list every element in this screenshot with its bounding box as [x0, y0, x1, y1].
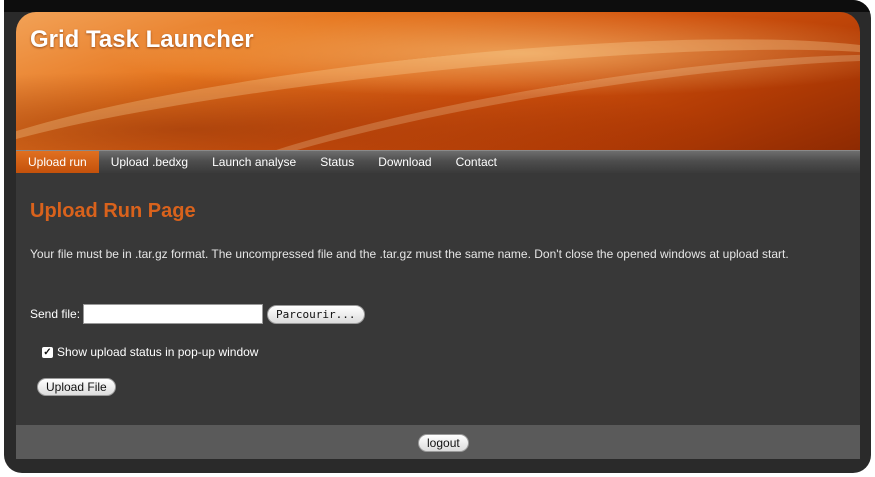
browse-button[interactable]: Parcourir... — [267, 304, 365, 324]
page-title: Upload Run Page — [30, 200, 196, 222]
nav-item-download[interactable]: Download — [366, 151, 443, 173]
app-title: Grid Task Launcher — [30, 26, 254, 53]
header-banner: Grid Task Launcher — [16, 12, 860, 150]
main-nav: Upload run Upload .bedxg Launch analyse … — [16, 150, 860, 173]
nav-item-contact[interactable]: Contact — [444, 151, 509, 173]
main-content: Upload Run Page Your file must be in .ta… — [16, 173, 860, 425]
footer-bar: logout — [16, 425, 860, 459]
nav-item-upload-bedxg[interactable]: Upload .bedxg — [99, 151, 200, 173]
intro-text: Your file must be in .tar.gz format. The… — [30, 247, 789, 261]
popup-status-checkbox[interactable]: ✓ — [42, 346, 53, 358]
logout-button[interactable]: logout — [418, 434, 469, 452]
send-file-row: Send file: Parcourir... — [30, 302, 365, 326]
file-path-input[interactable] — [83, 304, 264, 324]
app-window: Grid Task Launcher Upload run Upload .be… — [4, 0, 871, 473]
upload-file-button[interactable]: Upload File — [37, 378, 116, 396]
nav-item-status[interactable]: Status — [308, 151, 366, 173]
popup-status-label: Show upload status in pop-up window — [57, 345, 259, 359]
nav-item-upload-run[interactable]: Upload run — [16, 151, 99, 173]
nav-item-launch-analyse[interactable]: Launch analyse — [200, 151, 308, 173]
send-file-label: Send file: — [30, 307, 81, 321]
popup-status-option[interactable]: ✓ Show upload status in pop-up window — [42, 345, 258, 359]
window-top-strip — [4, 0, 871, 12]
